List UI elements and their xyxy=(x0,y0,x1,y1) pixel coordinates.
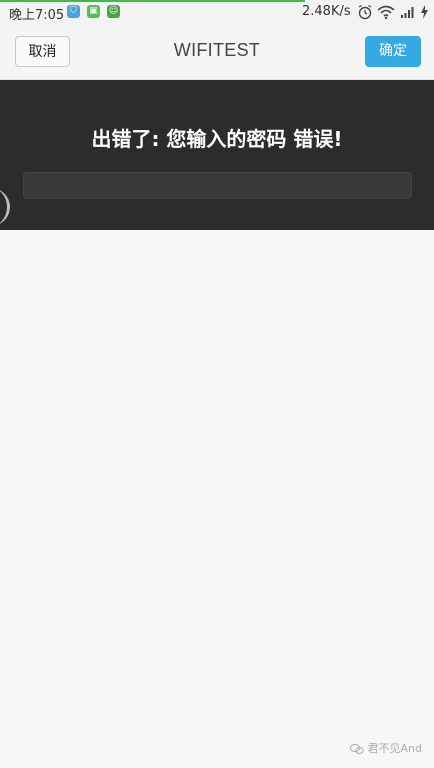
confirm-button[interactable]: 确定 xyxy=(365,36,421,67)
smiley-badge-icon: ☺ xyxy=(107,5,120,18)
app-badge-icon: ▣ xyxy=(87,5,100,18)
status-time: 晚上7:05 xyxy=(9,8,65,23)
wechat-icon xyxy=(349,743,364,754)
watermark: 君不见And xyxy=(349,740,422,756)
status-bar: 晚上7:05 ⛉ ▣ ☺ 2.48K/s xyxy=(0,0,434,24)
alarm-icon xyxy=(358,4,372,20)
edge-swipe-indicator xyxy=(0,188,10,226)
status-progress-line xyxy=(0,0,305,2)
battery-charging-icon xyxy=(421,5,428,19)
error-panel: 出错了: 您输入的密码 错误! xyxy=(0,80,434,230)
app-header: 取消 WIFITEST 确定 xyxy=(0,24,434,80)
network-speed: 2.48K/s xyxy=(302,4,351,19)
error-message: 出错了: 您输入的密码 错误! xyxy=(91,127,343,151)
content-area: 君不见And xyxy=(0,230,434,768)
wifi-icon xyxy=(377,5,395,20)
signal-icon xyxy=(401,7,414,18)
password-input[interactable] xyxy=(23,172,412,199)
shield-badge-icon: ⛉ xyxy=(67,5,80,18)
watermark-text: 君不见And xyxy=(367,742,422,755)
